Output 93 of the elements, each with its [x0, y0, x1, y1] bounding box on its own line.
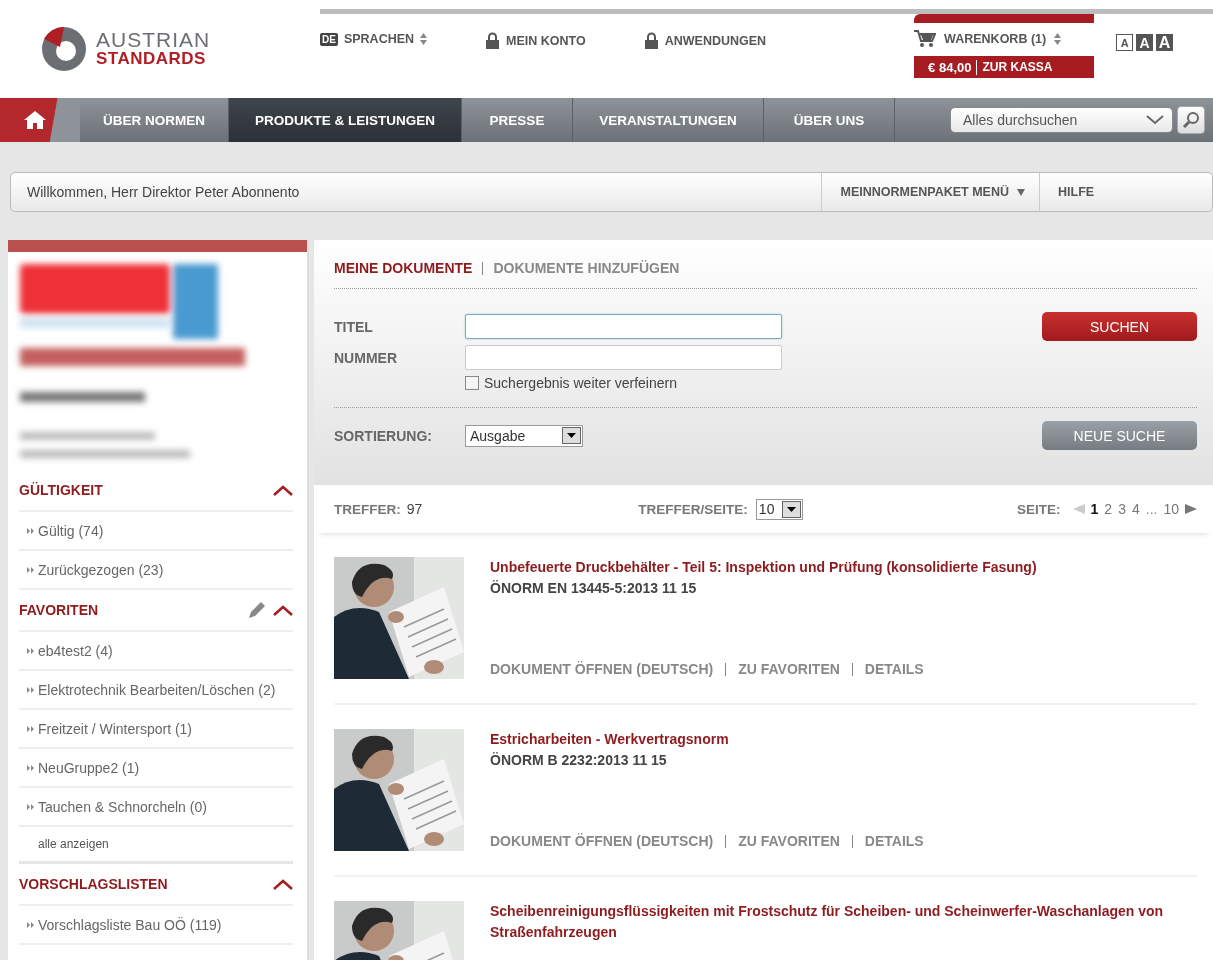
bullet-icon: [27, 921, 34, 928]
caret-icon: [1017, 188, 1025, 196]
section-title: VORSCHLAGSLISTEN: [19, 876, 169, 892]
font-size-button[interactable]: A: [1156, 34, 1174, 51]
lock-icon: [485, 32, 501, 49]
tab[interactable]: DOKUMENTE HINZUFÜGEN: [493, 260, 680, 276]
checkbox-label: Suchergebnis weiter verfeinern: [484, 375, 677, 391]
sort-select[interactable]: Ausgabe: [465, 424, 583, 447]
show-all-link[interactable]: alle anzeigen: [38, 837, 109, 851]
help-link[interactable]: HILFE: [1039, 173, 1212, 211]
checkbox[interactable]: [465, 376, 479, 390]
document-action-link[interactable]: DOKUMENT ÖFFNEN (DEUTSCH): [490, 661, 714, 677]
home-icon: [24, 111, 46, 129]
logo-subtext: STANDARDS: [96, 49, 207, 68]
nav-tab[interactable]: VERANSTALTUNGEN: [573, 98, 764, 142]
hits-count: 97: [406, 501, 423, 517]
filter-link[interactable]: Vorschlagsliste Bau OÖ (119): [38, 916, 222, 933]
hits-label: TREFFER:: [334, 501, 401, 517]
page-label: SEITE:: [1017, 501, 1061, 517]
welcome-text: Willkommen, Herr Direktor Peter Abonnento: [26, 184, 301, 200]
logo-text: AUSTRIAN: [96, 30, 211, 49]
page-link[interactable]: 2: [1104, 501, 1113, 517]
bullet-icon: [27, 527, 34, 534]
document-action-link[interactable]: DETAILS: [864, 661, 924, 677]
header-link[interactable]: SPRACHEN: [343, 32, 415, 46]
sort-icon: [1054, 33, 1062, 45]
document-action-link[interactable]: DETAILS: [864, 833, 924, 849]
chevron-icon[interactable]: [273, 604, 293, 616]
search-icon: [1182, 111, 1200, 129]
chevron-icon[interactable]: [273, 878, 293, 890]
filter-link[interactable]: Tauchen & Schnorcheln (0): [38, 798, 207, 815]
search-button[interactable]: [1177, 106, 1205, 134]
document-action-link[interactable]: ZU FAVORITEN: [738, 833, 840, 849]
next-icon[interactable]: [1185, 504, 1197, 514]
field-label: NUMMER: [334, 349, 398, 366]
page-link[interactable]: 4: [1131, 501, 1140, 517]
font-size-button[interactable]: A: [1136, 34, 1154, 51]
lock-icon: [643, 32, 659, 49]
document-action-link[interactable]: ZU FAVORITEN: [738, 661, 840, 677]
document-action-link[interactable]: DOKUMENT ÖFFNEN (DEUTSCH): [490, 833, 714, 849]
filter-link[interactable]: eb4test2 (4): [38, 642, 113, 659]
per-page-label: TREFFER/SEITE:: [638, 501, 748, 517]
page-ellipsis: ...: [1145, 501, 1158, 517]
document-title[interactable]: Unbefeuerte Druckbehälter - Teil 5: Inspektion und Prüfung (konsolidierte Fasung): [490, 557, 1037, 578]
nav-tab[interactable]: ÜBER UNS: [764, 98, 895, 142]
bullet-icon: [27, 647, 34, 654]
filter-link[interactable]: Gültig (74): [38, 522, 104, 539]
sort-icon: [420, 33, 428, 45]
page-link[interactable]: 10: [1163, 501, 1179, 517]
home-button[interactable]: [0, 98, 80, 142]
document-number: ÖNORM EN 13445-5:2013 11 15: [490, 580, 698, 596]
header-link[interactable]: MEIN KONTO: [506, 33, 586, 48]
search-button[interactable]: SUCHEN: [1042, 312, 1197, 341]
cart-link[interactable]: WARENKORB (1): [944, 32, 1047, 46]
language-badge: DE: [320, 32, 338, 46]
tab[interactable]: MEINE DOKUMENTE: [334, 260, 473, 276]
document-title[interactable]: Scheibenreinigungsflüssigkeiten mit Frostschutz für Scheiben- und Scheinwerfer-Waschanlagen von Straßenfahrzeugen: [490, 901, 1190, 943]
checkout-link[interactable]: ZUR KASSA: [977, 60, 1058, 74]
bullet-icon: [27, 764, 34, 771]
number-field[interactable]: [465, 345, 782, 370]
cart-icon: [914, 30, 937, 48]
header-link[interactable]: ANWENDUNGEN: [664, 33, 767, 48]
filter-link[interactable]: Freitzeit / Wintersport (1): [38, 720, 193, 737]
logo-icon: [40, 25, 88, 73]
filter-link[interactable]: Zurückgezogen (23): [38, 561, 164, 578]
menu-link[interactable]: MEINNORMENPAKET MENÜ: [821, 173, 1039, 211]
nav-tab[interactable]: PRODUKTE & LEISTUNGEN: [229, 98, 462, 142]
page-link[interactable]: 1: [1090, 501, 1099, 517]
filter-link[interactable]: NeuGruppe2 (1): [38, 759, 140, 776]
section-title: GÜLTIGKEIT: [19, 482, 104, 498]
per-page-select[interactable]: 10: [755, 498, 803, 520]
bullet-icon: [27, 686, 34, 693]
chevron-icon[interactable]: [1146, 115, 1164, 125]
font-size-button[interactable]: A: [1116, 34, 1134, 51]
bullet-icon: [27, 725, 34, 732]
cart-total: € 84,00: [914, 59, 978, 75]
pencil-icon[interactable]: [249, 602, 265, 618]
caret-icon: [567, 433, 576, 438]
chevron-icon[interactable]: [273, 484, 293, 496]
caret-icon: [786, 506, 796, 512]
document-number: ÖNORM B 2232:2013 11 15: [490, 752, 668, 768]
new-search-button[interactable]: NEUE SUCHE: [1042, 421, 1197, 450]
nav-tab[interactable]: PRESSE: [462, 98, 573, 142]
search-field[interactable]: Alles durchsuchen: [950, 107, 1173, 133]
bullet-icon: [27, 566, 34, 573]
field-label: TITEL: [334, 318, 374, 335]
field-label: SORTIERUNG:: [334, 427, 433, 444]
filter-link[interactable]: Elektrotechnik Bearbeiten/Löschen (2): [38, 681, 276, 698]
section-title: FAVORITEN: [19, 602, 100, 618]
page-link[interactable]: 3: [1118, 501, 1126, 517]
document-title[interactable]: Estricharbeiten - Werkvertragsnorm: [490, 729, 924, 750]
title-field[interactable]: [465, 314, 782, 339]
bullet-icon: [27, 803, 34, 810]
